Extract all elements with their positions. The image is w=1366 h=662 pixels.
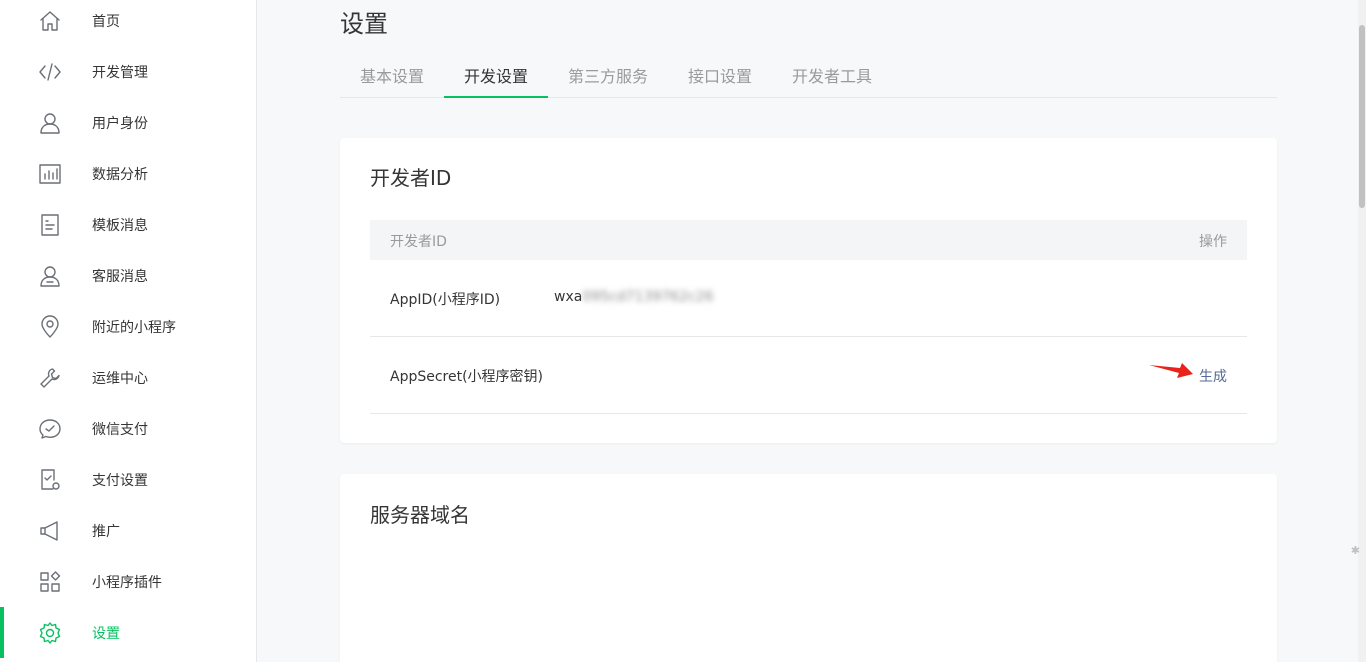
home-icon	[37, 8, 63, 34]
wrench-icon	[37, 365, 63, 391]
sidebar-item-label: 客服消息	[92, 268, 148, 285]
sidebar-item-label: 数据分析	[92, 166, 148, 183]
sidebar-item-label: 小程序插件	[92, 574, 162, 591]
card-title: 开发者ID	[370, 166, 452, 190]
sidebar-item-data-analysis[interactable]: 数据分析	[0, 148, 256, 199]
phone-settings-icon	[37, 467, 63, 493]
row-name: AppSecret(小程序密钥)	[390, 369, 544, 385]
tab-third-party-services[interactable]: 第三方服务	[548, 57, 668, 98]
sidebar-item-mini-program-plugin[interactable]: 小程序插件	[0, 556, 256, 607]
row-name: AppID(小程序ID)	[390, 292, 501, 308]
server-domain-card: 服务器域名	[340, 474, 1277, 662]
chat-check-icon	[37, 416, 63, 442]
table-row-appid: AppID(小程序ID) wxa095cd7139762c26	[370, 260, 1247, 337]
code-icon	[37, 59, 63, 85]
appid-value: wxa095cd7139762c26	[554, 289, 714, 305]
column-header-id: 开发者ID	[390, 234, 447, 250]
sidebar-item-label: 首页	[92, 13, 120, 30]
sidebar-item-template-message[interactable]: 模板消息	[0, 199, 256, 250]
sidebar-item-user-identity[interactable]: 用户身份	[0, 97, 256, 148]
sidebar-item-ops-center[interactable]: 运维中心	[0, 352, 256, 403]
appid-prefix: wxa	[554, 289, 583, 305]
sidebar-item-settings[interactable]: 设置	[0, 607, 256, 658]
sidebar-item-label: 模板消息	[92, 217, 148, 234]
sidebar-item-label: 支付设置	[92, 472, 148, 489]
page-title: 设置	[340, 10, 388, 38]
red-arrow-annotation	[1149, 363, 1193, 378]
developer-id-table: 开发者ID 操作 AppID(小程序ID) wxa095cd7139762c26…	[370, 220, 1247, 414]
column-header-action: 操作	[1199, 234, 1227, 250]
sidebar-item-label: 运维中心	[92, 370, 148, 387]
tab-dev-settings[interactable]: 开发设置	[444, 57, 549, 98]
document-icon	[37, 212, 63, 238]
puzzle-icon: ✱	[1350, 544, 1360, 557]
sidebar-item-label: 设置	[92, 625, 120, 642]
table-row-appsecret: AppSecret(小程序密钥) 生成	[370, 337, 1247, 414]
sidebar: 首页 开发管理 用户身份 数据分析 模板消息 客服消息 附近的小程序 运维中心 …	[0, 0, 257, 662]
megaphone-icon	[37, 518, 63, 544]
sidebar-item-nearby-mini-program[interactable]: 附近的小程序	[0, 301, 256, 352]
customer-service-icon	[37, 263, 63, 289]
table-header: 开发者ID 操作	[370, 220, 1247, 260]
sidebar-item-label: 微信支付	[92, 421, 148, 438]
plugin-grid-icon	[37, 569, 63, 595]
gear-icon	[37, 620, 63, 646]
sidebar-item-label: 附近的小程序	[92, 319, 176, 336]
generate-secret-link[interactable]: 生成	[1199, 366, 1227, 386]
tab-api-settings[interactable]: 接口设置	[668, 57, 772, 98]
scrollbar-thumb[interactable]	[1359, 25, 1365, 208]
sidebar-item-dev-management[interactable]: 开发管理	[0, 46, 256, 97]
tab-basic-settings[interactable]: 基本设置	[340, 57, 444, 98]
card-title: 服务器域名	[370, 503, 470, 527]
sidebar-item-label: 用户身份	[92, 115, 148, 132]
sidebar-item-wechat-pay[interactable]: 微信支付	[0, 403, 256, 454]
chart-icon	[37, 161, 63, 187]
page-scrollbar[interactable]	[1358, 0, 1366, 662]
location-pin-icon	[37, 314, 63, 340]
sidebar-item-label: 推广	[92, 523, 120, 540]
tab-developer-tools[interactable]: 开发者工具	[772, 57, 892, 98]
sidebar-item-label: 开发管理	[92, 64, 148, 81]
sidebar-item-home[interactable]: 首页	[0, 0, 256, 46]
developer-id-card: 开发者ID 开发者ID 操作 AppID(小程序ID) wxa095cd7139…	[340, 138, 1277, 443]
appid-blurred: 095cd7139762c26	[582, 289, 714, 305]
sidebar-item-promotion[interactable]: 推广	[0, 505, 256, 556]
tab-bar: 基本设置 开发设置 第三方服务 接口设置 开发者工具	[340, 57, 1277, 98]
sidebar-item-customer-message[interactable]: 客服消息	[0, 250, 256, 301]
user-icon	[37, 110, 63, 136]
sidebar-item-payment-settings[interactable]: 支付设置	[0, 454, 256, 505]
